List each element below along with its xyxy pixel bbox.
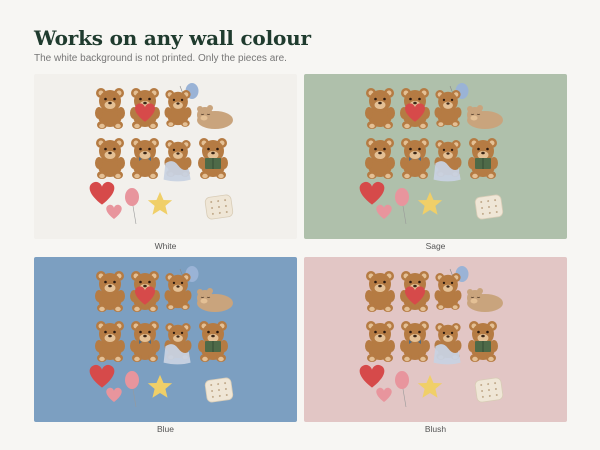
panel-white <box>34 74 297 239</box>
caption-blue: Blue <box>156 424 174 434</box>
sticker-sheet <box>89 266 234 408</box>
sticker-sheet <box>89 83 234 225</box>
caption-sage: Sage <box>425 241 446 251</box>
caption-white: White <box>154 241 177 251</box>
caption-blush: Blush <box>424 424 447 434</box>
page-subtitle: The white background is not printed. Onl… <box>34 53 287 64</box>
sticker-sheet <box>359 83 504 225</box>
page-title: Works on any wall colour <box>34 26 311 50</box>
panel-sage <box>304 74 567 239</box>
sticker-sheet <box>359 266 504 408</box>
panel-blue <box>34 257 297 422</box>
panel-blush <box>304 257 567 422</box>
